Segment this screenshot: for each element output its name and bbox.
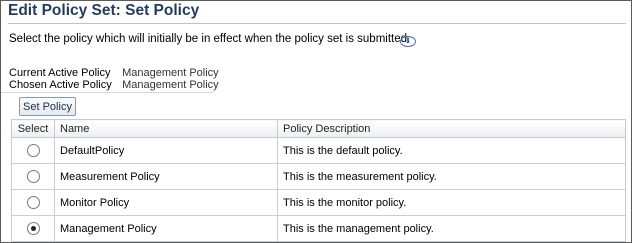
policy-description: This is the measurement policy. bbox=[277, 163, 626, 190]
policy-description: This is the monitor policy. bbox=[277, 189, 626, 216]
instruction-text: Select the policy which will initially b… bbox=[9, 33, 411, 45]
select-cell bbox=[11, 189, 55, 216]
current-active-policy-label: Current Active Policy bbox=[9, 67, 111, 79]
select-cell bbox=[11, 137, 55, 164]
chosen-active-policy-value: Management Policy bbox=[122, 79, 219, 91]
policy-radio-button[interactable] bbox=[26, 170, 40, 183]
page-title: Edit Policy Set: Set Policy bbox=[8, 2, 200, 19]
table-row[interactable]: DefaultPolicy This is the default policy… bbox=[11, 137, 626, 164]
policy-table: Select Name Policy Description DefaultPo… bbox=[11, 119, 626, 242]
info-icon[interactable]: i bbox=[400, 36, 416, 47]
policy-name: Measurement Policy bbox=[54, 163, 278, 190]
policy-description: This is the default policy. bbox=[277, 137, 626, 164]
column-header-select: Select bbox=[11, 119, 55, 138]
policy-radio-button[interactable] bbox=[26, 196, 40, 209]
policy-radio-button[interactable] bbox=[26, 222, 40, 235]
policy-radio-button[interactable] bbox=[26, 144, 40, 157]
policy-name: DefaultPolicy bbox=[54, 137, 278, 164]
table-row[interactable]: Monitor Policy This is the monitor polic… bbox=[11, 189, 626, 216]
select-cell bbox=[11, 163, 55, 190]
chosen-active-policy-label: Chosen Active Policy bbox=[9, 79, 112, 91]
dialog-frame: Edit Policy Set: Set Policy Select the p… bbox=[0, 0, 632, 243]
policy-name: Management Policy bbox=[54, 215, 278, 242]
current-active-policy-value: Management Policy bbox=[122, 67, 219, 79]
table-row[interactable]: Management Policy This is the management… bbox=[11, 215, 626, 242]
chosen-active-policy: Chosen Active Policy Management Policy bbox=[9, 79, 219, 91]
current-active-policy: Current Active Policy Management Policy bbox=[9, 67, 219, 79]
policy-name: Monitor Policy bbox=[54, 189, 278, 216]
column-header-name: Name bbox=[54, 119, 278, 138]
table-header-row: Select Name Policy Description bbox=[11, 119, 626, 138]
title-divider bbox=[8, 23, 626, 24]
status-divider bbox=[1, 92, 213, 93]
policy-description: This is the management policy. bbox=[277, 215, 626, 242]
select-cell bbox=[11, 215, 55, 242]
table-row[interactable]: Measurement Policy This is the measureme… bbox=[11, 163, 626, 190]
set-policy-button[interactable]: Set Policy bbox=[19, 97, 76, 116]
column-header-description: Policy Description bbox=[277, 119, 626, 138]
